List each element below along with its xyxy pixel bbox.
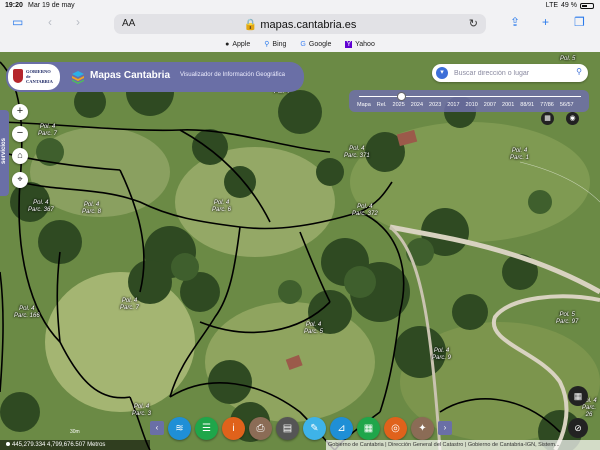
crest-icon (13, 69, 23, 83)
timeline-option[interactable]: 77/86 (540, 102, 554, 108)
settings-icon[interactable]: ◉ (566, 112, 579, 125)
favorite-apple[interactable]: ● Apple (225, 41, 250, 48)
info-icon[interactable]: i (222, 416, 245, 440)
gobierno-cantabria-logo[interactable]: GOBIERNO de CANTABRIA (8, 64, 60, 90)
parcel-label[interactable]: Pol. 4 Parc. 367 (28, 200, 54, 214)
parcel-label[interactable]: Pol. 4 Parc. 9 (432, 348, 451, 362)
favorite-bing[interactable]: ⚲ Bing (264, 40, 286, 49)
scale-bar: 30m (70, 429, 80, 435)
chevron-right-icon[interactable]: › (438, 421, 452, 435)
address-bar[interactable]: AA 🔒 mapas.cantabria.es ↻ (114, 14, 486, 34)
timeline-option[interactable]: 2007 (484, 102, 496, 108)
forward-icon[interactable]: › (76, 15, 80, 29)
parcel-label[interactable]: Pol. 4 Parc. 6 (212, 200, 231, 214)
clock: 19:20 (5, 2, 23, 9)
status-bar: 19:20 Mar 19 de may LTE 49 % (0, 0, 600, 12)
parcel-label[interactable]: Pol. 5 Parc. 97 (556, 312, 578, 326)
yahoo-icon: Y (345, 40, 353, 48)
parcel-label[interactable]: Pol. 4 Parc. 371 (344, 146, 370, 160)
timeline-option[interactable]: 56/57 (560, 102, 574, 108)
browser-toolbar: ▭ ‹ › AA 🔒 mapas.cantabria.es ↻ ⇪ + ❐ (0, 12, 600, 36)
app-header: GOBIERNO de CANTABRIA Mapas Cantabria Visu… (6, 62, 304, 92)
back-icon[interactable]: ‹ (48, 15, 52, 29)
ruler-icon[interactable]: ⊿ (330, 416, 353, 440)
table-icon[interactable]: ▦ (568, 386, 588, 406)
timeline-option[interactable]: Mapa (357, 102, 371, 108)
timeline-option[interactable]: 2001 (502, 102, 514, 108)
target-icon[interactable]: ◎ (384, 416, 407, 440)
google-icon: G (300, 40, 306, 48)
parcel-label[interactable]: Pol. 4 Parc. 1 (510, 148, 529, 162)
compass-icon[interactable]: ✦ (411, 416, 434, 440)
zoom-out-button[interactable]: − (12, 126, 28, 142)
imagery-timeline: Mapa Rel. 2025 2024 2023 2017 2010 2007 … (349, 90, 589, 112)
parcel-label[interactable]: Pol. 5 (560, 56, 575, 63)
parcel-label[interactable]: Pol. 4 Parc. 7 (120, 298, 139, 312)
timeline-option[interactable]: 88/91 (520, 102, 534, 108)
battery-icon (580, 2, 594, 9)
timeline-option[interactable]: Rel. (377, 102, 387, 108)
logo-text: GOBIERNO de CANTABRIA (26, 69, 53, 84)
timeline-option[interactable]: 2025 (393, 102, 405, 108)
map-stack-icon (72, 71, 84, 84)
favorite-yahoo[interactable]: Y Yahoo (345, 40, 375, 48)
share-icon[interactable]: ⇪ (510, 15, 520, 29)
battery-label: 49 % (561, 2, 577, 9)
map-attribution: Gobierno de Cantabria | Dirección Genera… (326, 440, 600, 450)
report-icon[interactable]: ▤ (276, 416, 299, 440)
timeline-slider-handle[interactable] (397, 92, 406, 101)
app-title: Mapas Cantabria (90, 70, 171, 81)
cursor-dot-icon (6, 442, 10, 447)
coordinates-readout: 445,279.334 4,799,676.507 Metros (0, 440, 150, 450)
locate-icon[interactable]: ⌖ (12, 172, 28, 188)
grid-icon[interactable]: ▦ (357, 416, 380, 440)
status-indicators: LTE 49 % (546, 2, 594, 9)
services-tab[interactable]: servicios (0, 110, 9, 196)
apple-icon: ● (225, 40, 230, 48)
url-text: 🔒 mapas.cantabria.es (243, 19, 357, 31)
network-label: LTE (545, 2, 559, 9)
tabs-icon[interactable]: ❐ (574, 15, 585, 29)
timeline-track[interactable] (359, 96, 581, 97)
tools-bar: ‹ ≋ ☰ i ⎙ ▤ ✎ ⊿ ▦ ◎ ✦ › (150, 414, 452, 442)
timeline-option[interactable]: 2024 (411, 102, 423, 108)
print-icon[interactable]: ⎙ (249, 416, 272, 440)
parcel-label[interactable]: Pol. 4 Parc. 3 (132, 404, 151, 418)
search-input[interactable] (454, 67, 564, 79)
zoom-in-button[interactable]: + (12, 104, 28, 120)
home-icon[interactable]: ⌂ (12, 148, 28, 164)
layers-icon[interactable]: ≋ (168, 416, 191, 440)
date: Mar 19 de may (28, 2, 75, 9)
parcel-label[interactable]: Pol. 4 Parc. 8 (82, 202, 101, 216)
app-subtitle: Visualizador de Información Geográfica (180, 72, 285, 78)
timeline-option[interactable]: 2023 (429, 102, 441, 108)
parcel-label[interactable]: Pol. 4 Parc. 166 (14, 306, 40, 320)
chevron-down-icon[interactable]: ▾ (436, 67, 448, 79)
chevron-left-icon[interactable]: ‹ (150, 421, 164, 435)
parcel-label[interactable]: Pol. 4 Parc. 7 (38, 124, 57, 138)
favorite-google[interactable]: G Google (300, 41, 331, 48)
map-view[interactable]: Pol. 4 Parc. 7 Pol. 4 Pol. 4 Parc. 371 Pol… (0, 52, 600, 450)
new-tab-icon[interactable]: + (542, 15, 549, 29)
timeline-labels: Mapa Rel. 2025 2024 2023 2017 2010 2007 … (357, 102, 574, 108)
hide-eye-icon[interactable]: ⊘ (568, 418, 588, 438)
parcel-label[interactable]: Pol. 4 Parc. 372 (352, 204, 378, 218)
sidebar-icon[interactable]: ▭ (12, 15, 23, 29)
address-search: ▾ ⚲ (432, 64, 588, 82)
list-icon[interactable]: ☰ (195, 416, 218, 440)
timeline-option[interactable]: 2017 (447, 102, 459, 108)
grid-icon[interactable]: ▦ (541, 112, 554, 125)
favorites-bar: ● Apple ⚲ Bing G Google Y Yahoo (0, 36, 600, 52)
search-icon[interactable]: ⚲ (576, 67, 582, 76)
pencil-icon[interactable]: ✎ (303, 416, 326, 440)
parcel-label[interactable]: Pol. 4 Parc. 5 (304, 322, 323, 336)
reload-icon[interactable]: ↻ (469, 17, 478, 30)
search-icon: ⚲ (264, 41, 270, 48)
timeline-option[interactable]: 2010 (466, 102, 478, 108)
